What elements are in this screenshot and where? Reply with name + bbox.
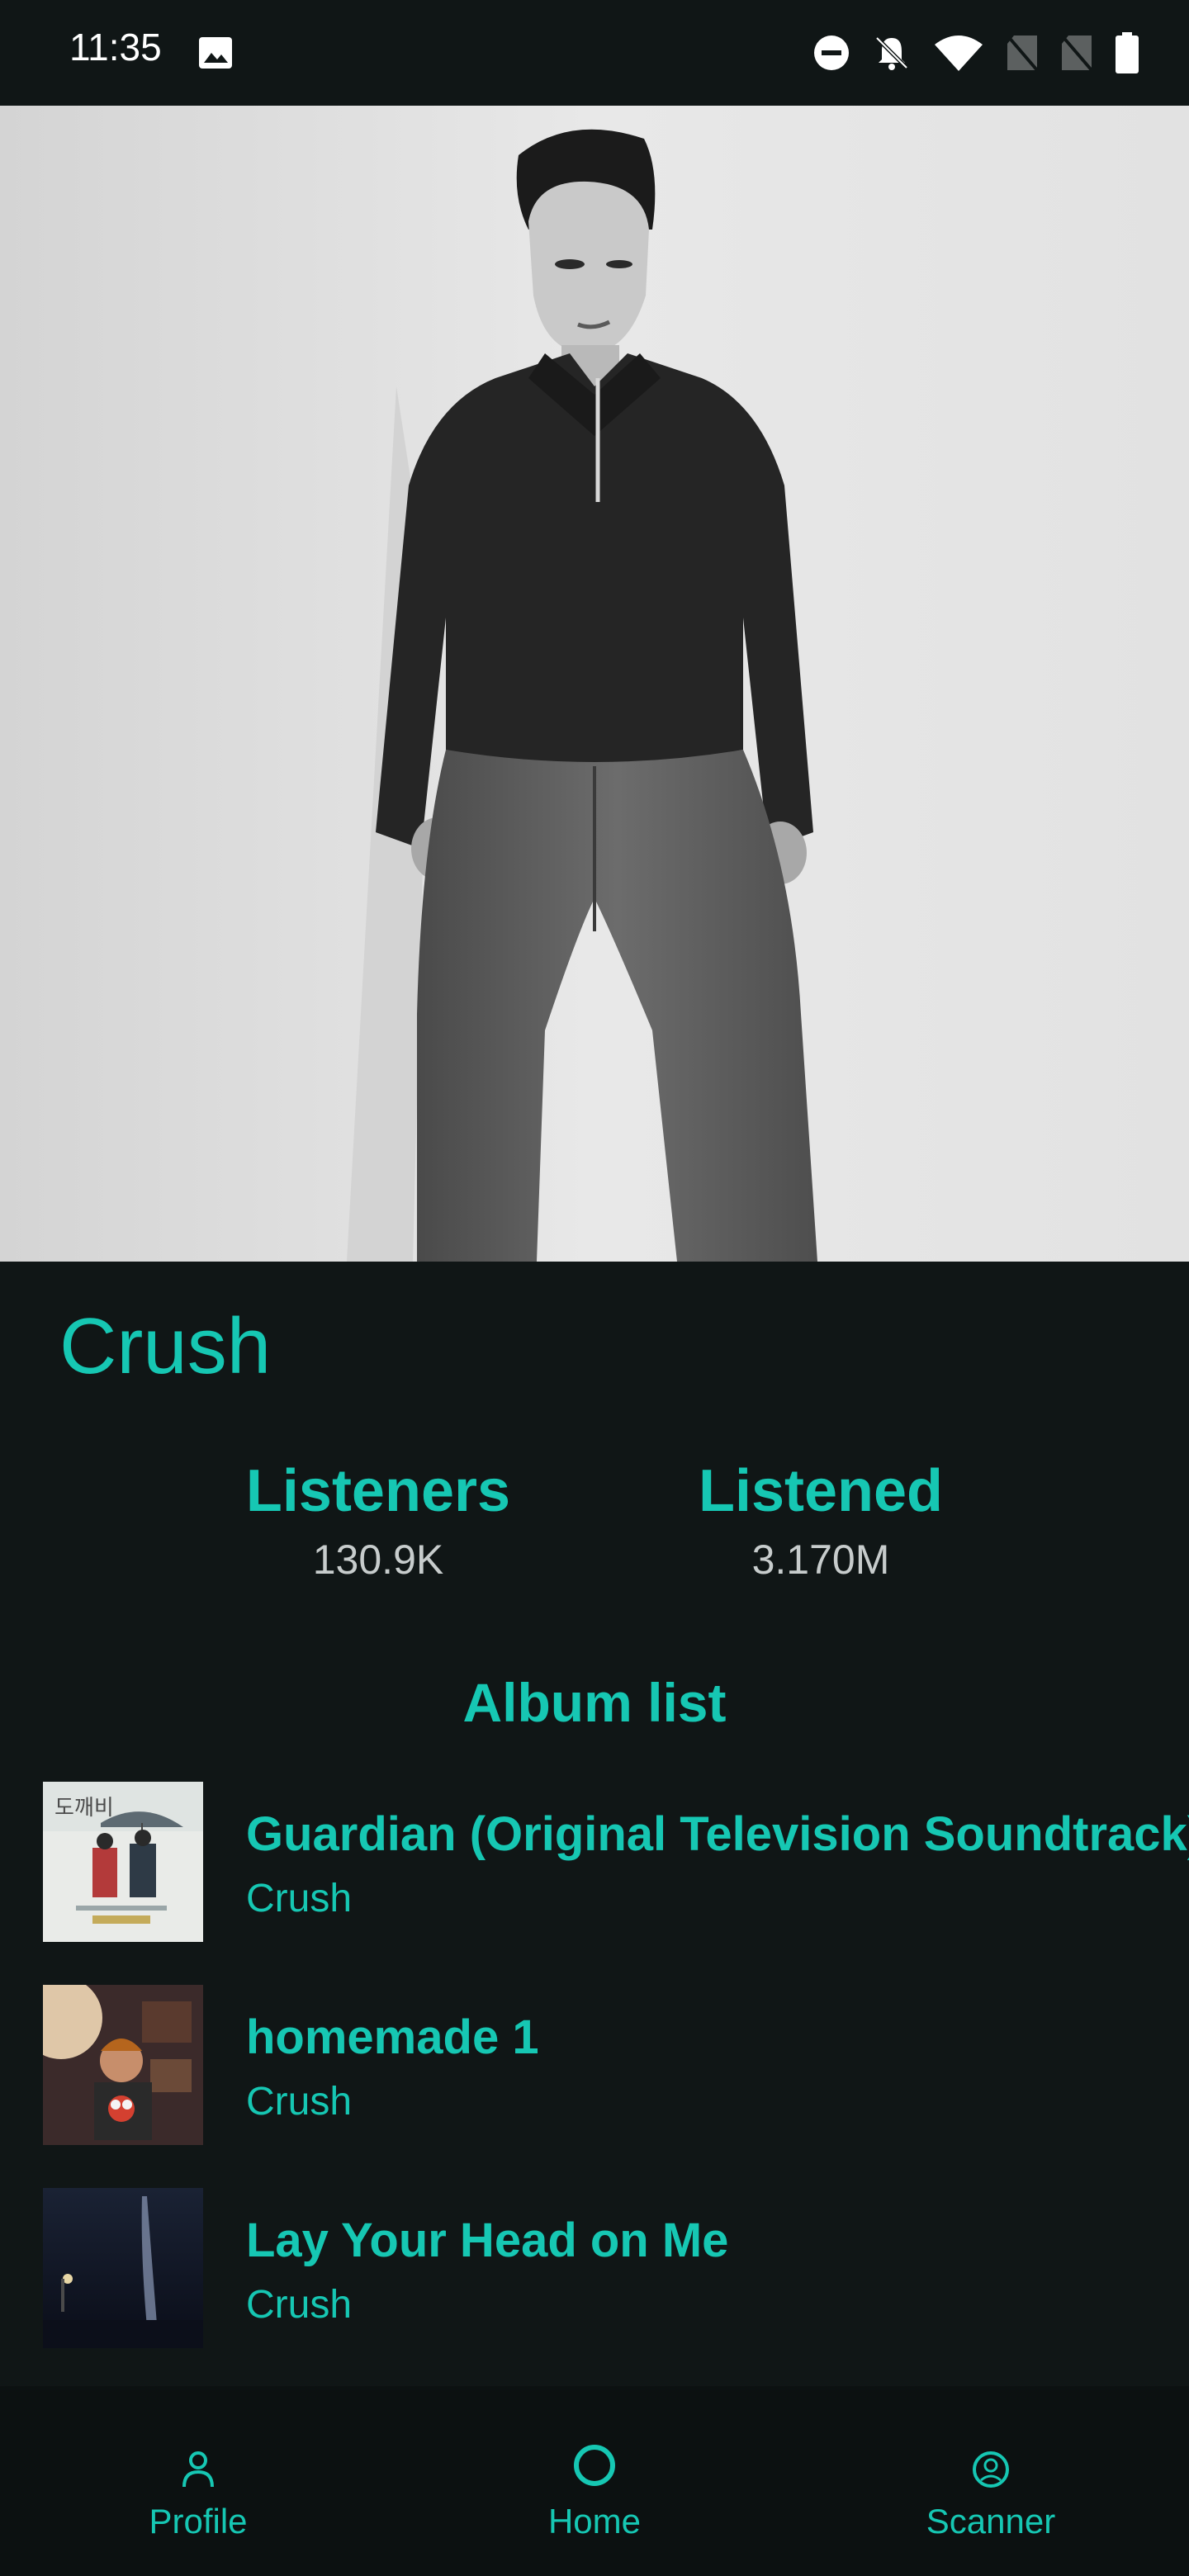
listeners-stat: Listeners 130.9K bbox=[213, 1461, 543, 1580]
album-artist: Crush bbox=[246, 2283, 353, 2327]
album-item[interactable]: homemade 1 Crush bbox=[0, 1985, 1189, 2147]
album-cover bbox=[43, 2188, 203, 2348]
nav-profile[interactable]: Profile bbox=[0, 2386, 396, 2576]
svg-text:도깨비: 도깨비 bbox=[54, 1796, 114, 1821]
bell-off-icon bbox=[875, 36, 908, 70]
person-icon bbox=[182, 2451, 214, 2488]
album-list-heading: Album list bbox=[462, 1672, 727, 1733]
album-cover bbox=[43, 1985, 203, 2145]
album-cover: 도깨비 bbox=[43, 1782, 203, 1942]
listened-value: 3.170M bbox=[751, 1537, 890, 1583]
album-item[interactable]: 도깨비 Guardian (Original Television Soundt… bbox=[0, 1782, 1189, 1944]
wifi-icon bbox=[935, 36, 983, 71]
nav-scanner-label: Scanner bbox=[926, 2502, 1056, 2540]
image-icon bbox=[199, 37, 232, 69]
face-scan-icon bbox=[973, 2451, 1009, 2488]
album-title: Lay Your Head on Me bbox=[246, 2214, 729, 2267]
album-artist: Crush bbox=[246, 2080, 353, 2124]
no-sim-icon bbox=[1060, 34, 1093, 72]
status-bar: 11:35 bbox=[0, 0, 1189, 106]
artist-photo bbox=[0, 106, 1189, 1262]
nav-home[interactable]: Home bbox=[396, 2386, 793, 2576]
album-title: Guardian (Original Television Soundtrack… bbox=[246, 1807, 1189, 1861]
artist-name: Crush bbox=[59, 1302, 272, 1390]
battery-icon bbox=[1116, 32, 1139, 73]
listened-label: Listened bbox=[698, 1458, 944, 1524]
circle-icon bbox=[574, 2445, 615, 2486]
listeners-label: Listeners bbox=[245, 1458, 511, 1524]
status-icons bbox=[812, 30, 1139, 76]
album-item[interactable]: Lay Your Head on Me Crush bbox=[0, 2188, 1189, 2350]
album-artist: Crush bbox=[246, 1877, 353, 1920]
listened-stat: Listened 3.170M bbox=[656, 1461, 986, 1580]
album-title: homemade 1 bbox=[246, 2010, 539, 2064]
no-sim-icon bbox=[1006, 34, 1039, 72]
listeners-value: 130.9K bbox=[312, 1537, 444, 1583]
nav-scanner[interactable]: Scanner bbox=[793, 2386, 1189, 2576]
bottom-navigation: Profile Home Scanner bbox=[0, 2386, 1189, 2576]
nav-home-label: Home bbox=[547, 2502, 642, 2540]
dnd-icon bbox=[814, 36, 849, 70]
nav-profile-label: Profile bbox=[149, 2502, 248, 2540]
status-time: 11:35 bbox=[69, 26, 162, 69]
